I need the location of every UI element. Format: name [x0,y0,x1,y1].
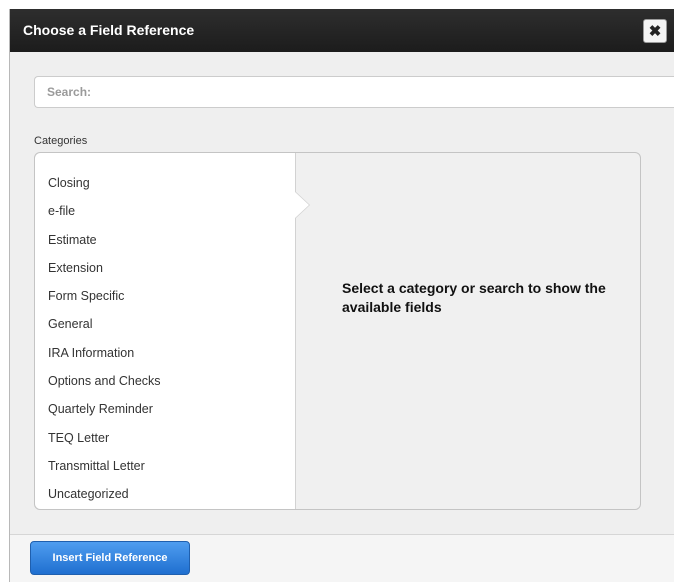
category-item[interactable]: TEQ Letter [35,428,295,456]
close-icon: ✖ [648,22,662,40]
category-item[interactable]: e-file [35,201,295,229]
category-item[interactable]: Extension [35,258,295,286]
category-item[interactable]: Closing [35,173,295,201]
dialog-title: Choose a Field Reference [23,22,195,38]
categories-label: Categories [34,135,88,147]
selection-pointer-fill [295,192,309,218]
category-panel: Closing e-file Estimate Extension Form S… [34,152,641,510]
search-input[interactable] [34,76,674,108]
dialog-footer: Insert Field Reference [10,534,674,582]
category-item[interactable]: Options and Checks [35,371,295,399]
close-button[interactable]: ✖ [643,19,667,43]
category-item[interactable]: Quartely Reminder [35,399,295,427]
category-item[interactable]: IRA Information [35,343,295,371]
fields-empty-message: Select a category or search to show the … [342,280,606,315]
dialog-titlebar: Choose a Field Reference ✖ [10,9,674,52]
category-item[interactable]: General [35,314,295,342]
insert-field-reference-button[interactable]: Insert Field Reference [30,541,190,575]
category-item[interactable]: Transmittal Letter [35,456,295,484]
field-reference-dialog: Choose a Field Reference ✖ Categories Cl… [9,9,674,582]
category-item[interactable]: Estimate [35,230,295,258]
category-item[interactable]: Form Specific [35,286,295,314]
category-item[interactable]: Uncategorized [35,484,295,512]
category-list: Closing e-file Estimate Extension Form S… [35,153,296,509]
